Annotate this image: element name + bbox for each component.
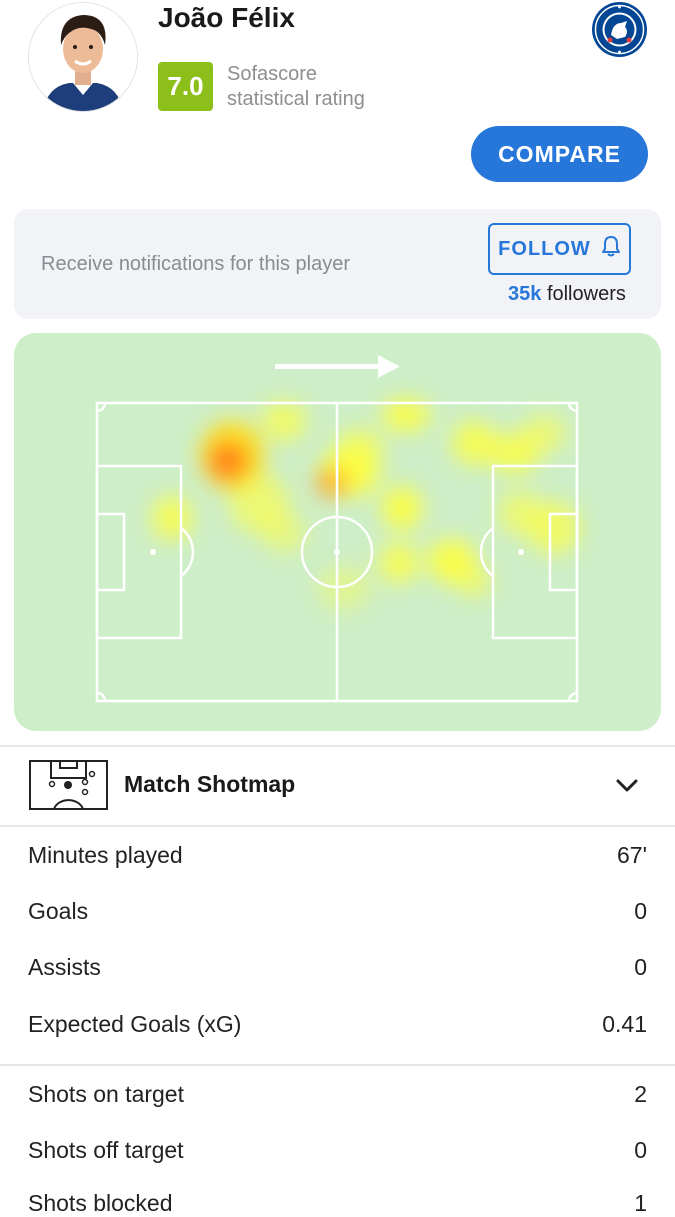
stat-value-minutes-played: 67' [617, 842, 647, 868]
followers-count: 35k followers [508, 283, 626, 306]
stat-label-shots-on-target: Shots on target [28, 1081, 184, 1107]
stat-value-goals: 0 [634, 898, 647, 924]
stat-value-shots-on-target: 2 [634, 1081, 647, 1107]
heatmap-card [14, 333, 661, 731]
heatmap-pitch [95, 355, 580, 703]
follow-label: FOLLOW [498, 237, 591, 260]
stat-label-minutes-played: Minutes played [28, 842, 183, 868]
shotmap-label[interactable]: Match Shotmap [124, 771, 295, 798]
stat-label-shots-off-target: Shots off target [28, 1137, 184, 1163]
stat-label-goals: Goals [28, 898, 89, 924]
stat-value-shots-off-target: 0 [634, 1137, 647, 1163]
stat-label-assists: Assists [28, 954, 101, 980]
chevron-down-icon[interactable] [613, 775, 641, 797]
attack-direction-arrow-icon [275, 355, 400, 378]
divider [0, 825, 675, 827]
stat-value-assists: 0 [634, 954, 647, 980]
bell-icon [601, 235, 621, 263]
compare-button[interactable]: COMPARE [471, 126, 648, 182]
player-avatar [28, 2, 138, 112]
stat-label-shots-blocked: Shots blocked [28, 1190, 173, 1216]
divider [0, 1064, 675, 1066]
stat-value-expected-goals: 0.41 [602, 1011, 647, 1037]
rating-badge: 7.0 [158, 62, 213, 111]
rating-caption-line1: Sofascore [227, 63, 318, 85]
chelsea-crest-icon[interactable] [591, 1, 648, 58]
player-name: João Félix [158, 2, 295, 33]
rating-caption-line2: statistical rating [227, 88, 365, 110]
followers-label: followers [546, 283, 626, 305]
followers-number: 35k [508, 283, 542, 305]
shotmap-pitch-icon [29, 760, 108, 810]
heatmap-layer [152, 399, 580, 610]
stat-value-shots-blocked: 1 [634, 1190, 647, 1216]
notifications-text: Receive notifications for this player [41, 253, 351, 275]
rating-caption: Sofascore statistical rating [227, 62, 365, 112]
divider [0, 745, 675, 747]
stat-label-expected-goals: Expected Goals (xG) [28, 1011, 242, 1037]
follow-button[interactable]: FOLLOW [488, 223, 631, 275]
